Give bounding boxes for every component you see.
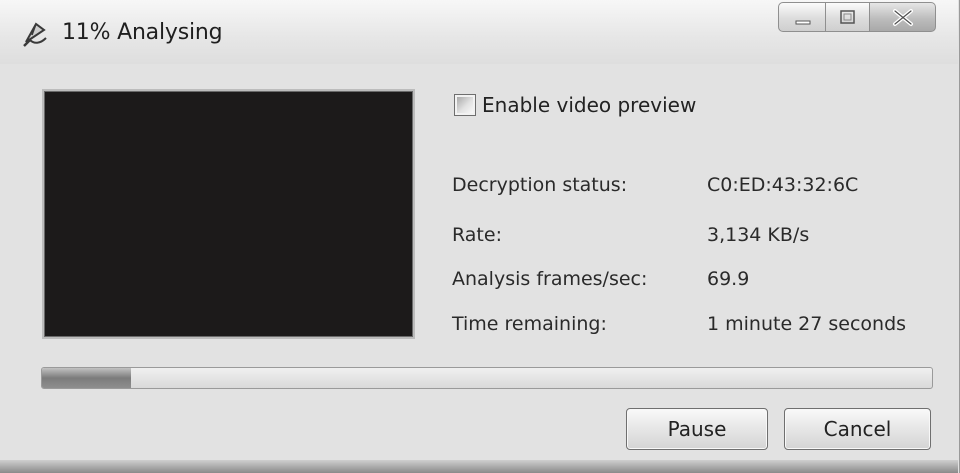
cancel-button[interactable]: Cancel: [784, 408, 931, 450]
rate-label: Rate:: [452, 224, 502, 246]
maximize-button[interactable]: [826, 2, 870, 32]
decryption-status-label: Decryption status:: [452, 174, 628, 196]
decryption-status-value: C0:ED:43:32:6C: [707, 174, 859, 196]
time-remaining-value: 1 minute 27 seconds: [707, 313, 907, 335]
frames-per-sec-value: 69.9: [707, 268, 750, 290]
enable-preview-option[interactable]: Enable video preview: [454, 93, 696, 117]
frames-per-sec-label: Analysis frames/sec:: [452, 268, 648, 290]
enable-preview-checkbox[interactable]: [454, 94, 476, 116]
time-remaining-label: Time remaining:: [452, 313, 607, 335]
enable-preview-label[interactable]: Enable video preview: [482, 93, 696, 117]
video-preview-area: [42, 89, 415, 339]
close-icon: [893, 9, 913, 26]
maximize-icon: [840, 10, 855, 24]
caption-buttons: [778, 2, 936, 34]
analysis-dialog: 11% Analysing Enable video preview Decry…: [0, 0, 960, 473]
pause-button[interactable]: Pause: [626, 408, 768, 450]
close-button[interactable]: [870, 2, 936, 32]
analysis-progress-bar: [41, 367, 933, 389]
rate-value: 3,134 KB/s: [707, 224, 810, 246]
progress-fill: [42, 368, 131, 388]
title-bar[interactable]: 11% Analysing: [0, 0, 958, 64]
dialog-content: Enable video preview Decryption status: …: [0, 64, 958, 460]
minimize-button[interactable]: [778, 2, 826, 32]
satellite-dish-icon: [20, 20, 50, 50]
minimize-icon: [795, 20, 811, 25]
window-title: 11% Analysing: [62, 20, 223, 45]
window-bottom-border: [0, 460, 958, 473]
